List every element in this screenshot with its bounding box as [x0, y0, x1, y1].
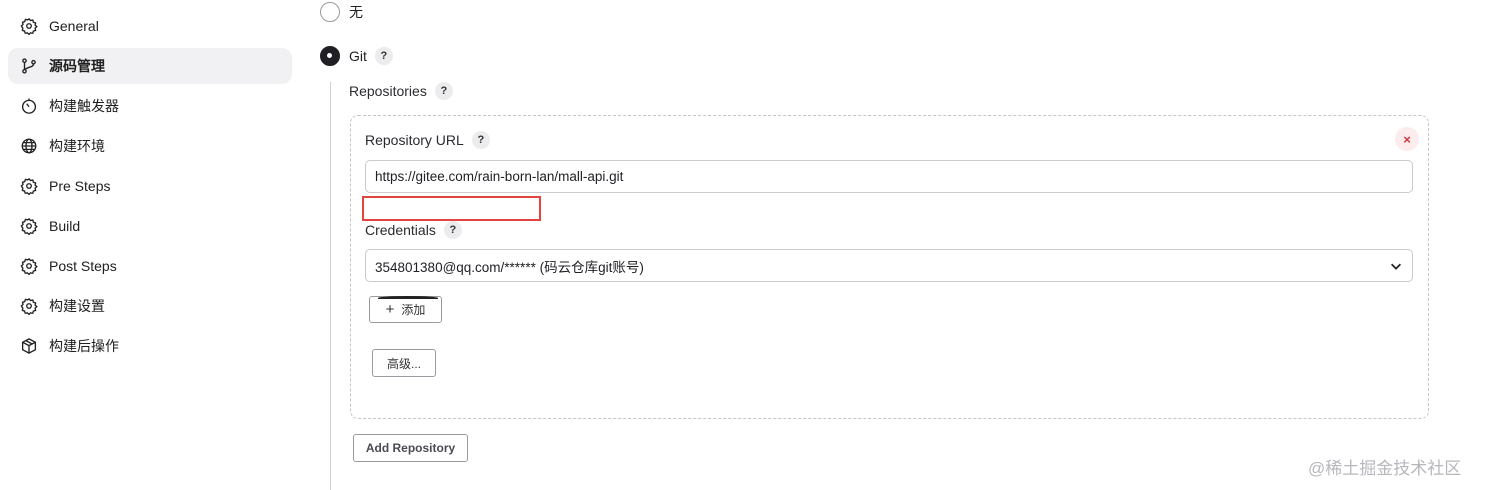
section-divider	[330, 82, 331, 490]
sidebar-item-label: 构建触发器	[49, 98, 119, 114]
button-top-mark	[378, 296, 438, 300]
branch-icon	[20, 57, 38, 75]
sidebar-item-post-build[interactable]: 构建后操作	[8, 328, 292, 364]
add-repository-button[interactable]: Add Repository	[353, 434, 468, 462]
repository-url-label-row: Repository URL ?	[365, 131, 490, 149]
sidebar-item-post-steps[interactable]: Post Steps	[8, 248, 292, 284]
scm-option-git-label: Git	[349, 48, 367, 64]
sidebar-item-environment[interactable]: 构建环境	[8, 128, 292, 164]
chevron-down-icon	[1391, 263, 1401, 270]
sidebar-item-label: Pre Steps	[49, 178, 111, 194]
gear-icon	[20, 297, 38, 315]
help-icon[interactable]: ?	[443, 221, 462, 239]
radio-none[interactable]	[320, 2, 340, 22]
advanced-button[interactable]: 高级...	[372, 349, 436, 377]
help-icon[interactable]: ?	[374, 47, 393, 65]
help-icon[interactable]: ?	[434, 82, 453, 100]
scm-option-none-label: 无	[349, 4, 363, 20]
repositories-label: Repositories	[349, 83, 427, 99]
sidebar-item-triggers[interactable]: 构建触发器	[8, 88, 292, 124]
help-icon[interactable]: ?	[471, 131, 490, 149]
add-credentials-button[interactable]: + 添加	[369, 296, 442, 323]
sidebar-item-general[interactable]: General	[8, 8, 292, 44]
watermark: @稀土掘金技术社区	[1308, 459, 1462, 478]
plus-icon: +	[385, 301, 395, 318]
annotation-highlight-box	[362, 196, 541, 221]
sidebar-item-pre-steps[interactable]: Pre Steps	[8, 168, 292, 204]
credentials-selected-value: 354801380@qq.com/****** (码云仓库git账号)	[375, 259, 644, 275]
scm-option-none[interactable]: 无	[320, 2, 363, 22]
scm-option-git[interactable]: Git ?	[320, 46, 393, 66]
add-repository-label: Add Repository	[365, 441, 456, 455]
sidebar-item-label: Build	[49, 218, 81, 234]
globe-icon	[20, 137, 38, 155]
gear-icon	[20, 17, 38, 35]
repository-url-input[interactable]	[365, 160, 1413, 193]
sidebar-item-label: 构建环境	[49, 138, 105, 154]
sidebar-item-build-settings[interactable]: 构建设置	[8, 288, 292, 324]
package-icon	[20, 337, 38, 355]
timer-icon	[20, 97, 38, 115]
sidebar-item-label: 构建设置	[49, 298, 105, 314]
credentials-label: Credentials	[365, 222, 436, 238]
advanced-label: 高级...	[386, 356, 421, 371]
repository-url-label: Repository URL	[365, 132, 464, 148]
gear-icon	[20, 217, 38, 235]
sidebar: General 源码管理 构建触发器 构建环境 Pre Steps Build	[0, 0, 300, 490]
credentials-label-row: Credentials ?	[365, 221, 462, 239]
gear-icon	[20, 257, 38, 275]
sidebar-item-label: 构建后操作	[49, 338, 119, 354]
radio-git[interactable]	[320, 46, 340, 66]
gear-icon	[20, 177, 38, 195]
sidebar-item-build[interactable]: Build	[8, 208, 292, 244]
sidebar-item-scm[interactable]: 源码管理	[8, 48, 292, 84]
remove-repository-button[interactable]: ×	[1395, 127, 1419, 151]
repositories-label-row: Repositories ?	[349, 82, 453, 100]
sidebar-item-label: General	[49, 18, 99, 34]
add-credentials-label: 添加	[401, 303, 426, 317]
sidebar-item-label: Post Steps	[49, 258, 117, 274]
credentials-select[interactable]: 354801380@qq.com/****** (码云仓库git账号)	[365, 249, 1413, 282]
sidebar-item-label: 源码管理	[49, 58, 105, 74]
